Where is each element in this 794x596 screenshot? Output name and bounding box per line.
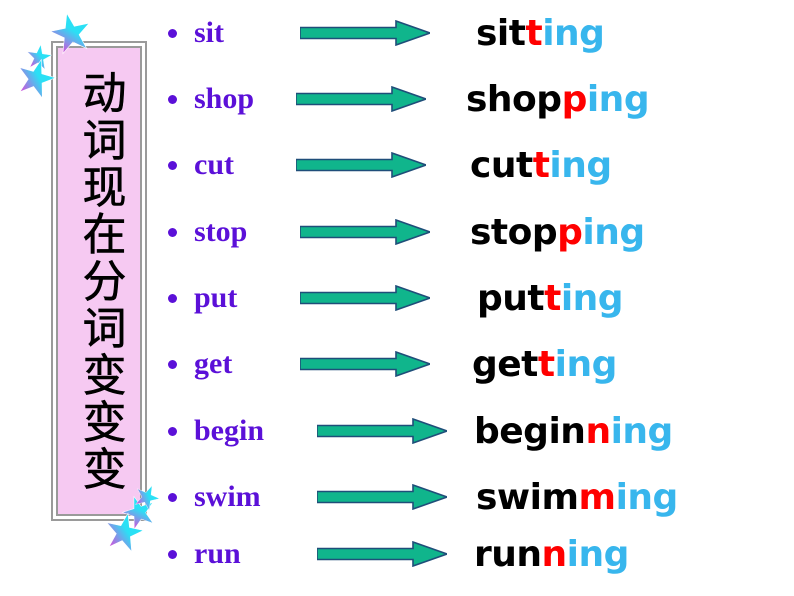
participle-doubled-consonant: t	[537, 343, 555, 385]
right-arrow-icon	[296, 152, 426, 178]
participle-doubled-consonant: n	[585, 410, 611, 452]
transform-arrow	[296, 132, 426, 198]
present-participle-form: begin n ing	[474, 398, 673, 464]
verb-base-form: shop	[168, 66, 254, 132]
participle-stem: swim	[476, 476, 579, 518]
participle-ing-suffix: ing	[615, 476, 679, 518]
participle-stem: stop	[470, 211, 558, 253]
bullet-dot-icon	[168, 94, 177, 104]
participle-doubled-consonant: p	[557, 211, 583, 253]
verb-base-form: stop	[168, 199, 247, 265]
participle-stem: put	[477, 277, 545, 319]
participle-stem: sit	[476, 12, 526, 54]
verb-base-form: get	[168, 331, 232, 397]
participle-doubled-consonant: t	[525, 12, 543, 54]
participle-ing-suffix: ing	[542, 12, 605, 54]
participle-ing-suffix: ing	[582, 211, 645, 253]
participle-ing-suffix: ing	[560, 277, 624, 319]
verb-label: stop	[194, 215, 248, 248]
participle-ing-suffix: ing	[566, 533, 630, 575]
participle-ing-suffix: ing	[610, 410, 674, 452]
participle-stem: shop	[466, 78, 562, 120]
right-arrow-icon	[300, 351, 430, 377]
transform-arrow	[317, 398, 447, 464]
verb-label: cut	[194, 148, 234, 181]
verb-base-form: sit	[168, 0, 224, 66]
verb-row: run run n ing	[0, 521, 794, 587]
verb-label: run	[194, 537, 241, 570]
verb-row: sit sit t ing	[0, 0, 794, 66]
bullet-dot-icon	[168, 549, 177, 559]
bullet-dot-icon	[168, 359, 177, 369]
verb-base-form: begin	[168, 398, 264, 464]
bullet-dot-icon	[168, 160, 177, 170]
verb-label: get	[194, 347, 233, 380]
verb-base-form: run	[168, 521, 241, 587]
participle-stem: get	[472, 343, 538, 385]
participle-ing-suffix: ing	[554, 343, 618, 385]
transform-arrow	[300, 199, 430, 265]
transform-arrow	[300, 265, 430, 331]
verb-label: sit	[194, 16, 224, 49]
verb-row: put put t ing	[0, 265, 794, 331]
verb-row: cut cut t ing	[0, 132, 794, 198]
verb-base-form: put	[168, 265, 237, 331]
verb-row: get get t ing	[0, 331, 794, 397]
bullet-dot-icon	[168, 293, 177, 303]
participle-doubled-consonant: m	[578, 476, 617, 518]
participle-ing-suffix: ing	[549, 144, 612, 186]
participle-doubled-consonant: n	[541, 533, 568, 575]
verb-label: put	[194, 281, 238, 314]
present-participle-form: sit t ing	[476, 0, 605, 66]
right-arrow-icon	[317, 541, 447, 567]
participle-doubled-consonant: t	[532, 144, 550, 186]
right-arrow-icon	[300, 219, 430, 245]
bullet-dot-icon	[168, 426, 177, 436]
present-participle-form: run n ing	[474, 521, 629, 587]
bullet-dot-icon	[168, 227, 177, 237]
participle-stem: begin	[474, 410, 586, 452]
verb-label: swim	[194, 480, 261, 513]
present-participle-form: shop p ing	[466, 66, 650, 132]
bullet-dot-icon	[168, 28, 177, 38]
verb-row: stop stop p ing	[0, 199, 794, 265]
right-arrow-icon	[317, 484, 447, 510]
right-arrow-icon	[300, 20, 430, 46]
bullet-dot-icon	[168, 492, 177, 502]
transform-arrow	[317, 521, 447, 587]
present-participle-form: get t ing	[472, 331, 617, 397]
right-arrow-icon	[300, 285, 430, 311]
participle-doubled-consonant: p	[561, 78, 588, 120]
verb-base-form: cut	[168, 132, 234, 198]
verb-label: begin	[194, 414, 265, 447]
verb-row: begin begin n ing	[0, 398, 794, 464]
participle-doubled-consonant: t	[544, 277, 561, 319]
slide-canvas: 动词现在分词变变变 sit sit t ing shop shop p ing cut cut t i…	[0, 0, 794, 596]
verb-label: shop	[194, 82, 255, 115]
transform-arrow	[300, 331, 430, 397]
participle-stem: run	[474, 533, 542, 575]
verb-row: shop shop p ing	[0, 66, 794, 132]
present-participle-form: put t ing	[477, 265, 624, 331]
participle-ing-suffix: ing	[586, 78, 650, 120]
participle-stem: cut	[470, 144, 533, 186]
right-arrow-icon	[296, 86, 426, 112]
transform-arrow	[296, 66, 426, 132]
right-arrow-icon	[317, 418, 447, 444]
present-participle-form: stop p ing	[470, 199, 645, 265]
transform-arrow	[300, 0, 430, 66]
present-participle-form: cut t ing	[470, 132, 612, 198]
